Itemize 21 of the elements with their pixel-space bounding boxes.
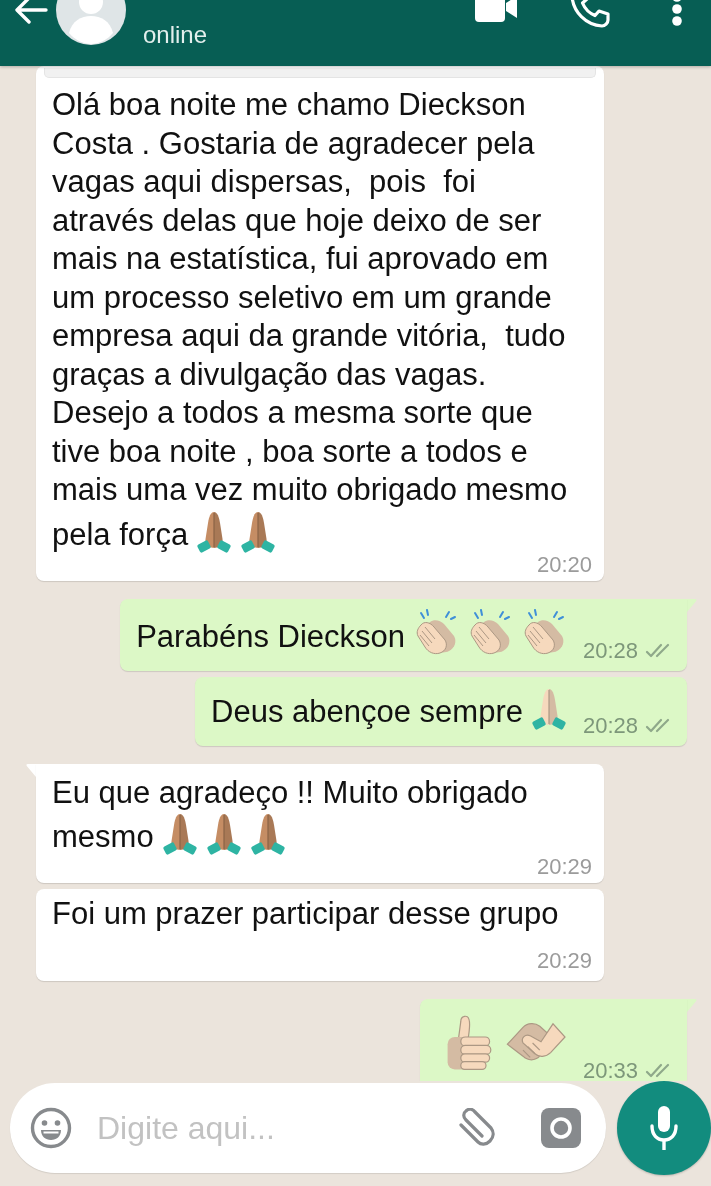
message-time: 20:20 — [536, 553, 592, 576]
message-time: 20:29 — [536, 856, 592, 878]
message-time: 20:29 — [536, 950, 592, 972]
message-text: Parabéns Dieckson — [136, 618, 405, 654]
message-time: 20:28 — [582, 639, 638, 662]
message-text: Foi um prazer participar desse grupo — [52, 896, 559, 931]
message-input[interactable]: Digite aqui... — [97, 1105, 436, 1151]
message-text: Eu que agradeço !! Muito obrigado mesmo — [52, 774, 528, 854]
message-text: Olá boa noite me chamo Dieckson Costa . Gostaria de agradecer pela vagas aqui dispersas, pois foi através delas que hoje deixo de ser mais na estatística, fui aprovado em um processo seletivo em um grande empresa aqui da grande vitória, tudo graças a divulgação das vagas. Desejo a todos a mesma sorte que tive boa noite , boa sorte a todos e mais uma vez muito obrigado mesmo pela força — [52, 87, 568, 552]
more-options-icon[interactable] — [671, 0, 683, 27]
composer-field[interactable]: Digite aqui... — [10, 1083, 606, 1173]
message-time: 20:28 — [582, 714, 638, 737]
camera-icon[interactable] — [541, 1108, 581, 1148]
back-arrow-icon[interactable] — [14, 0, 48, 25]
video-camera-icon[interactable] — [475, 0, 517, 22]
message-text: Deus abençoe sempre — [211, 693, 523, 729]
phone-icon[interactable] — [570, 0, 610, 28]
message-time: 20:33 — [582, 1059, 638, 1081]
emoji-smiley-icon[interactable] — [30, 1107, 72, 1149]
microphone-icon — [649, 1106, 679, 1150]
contact-status: online — [143, 21, 208, 49]
